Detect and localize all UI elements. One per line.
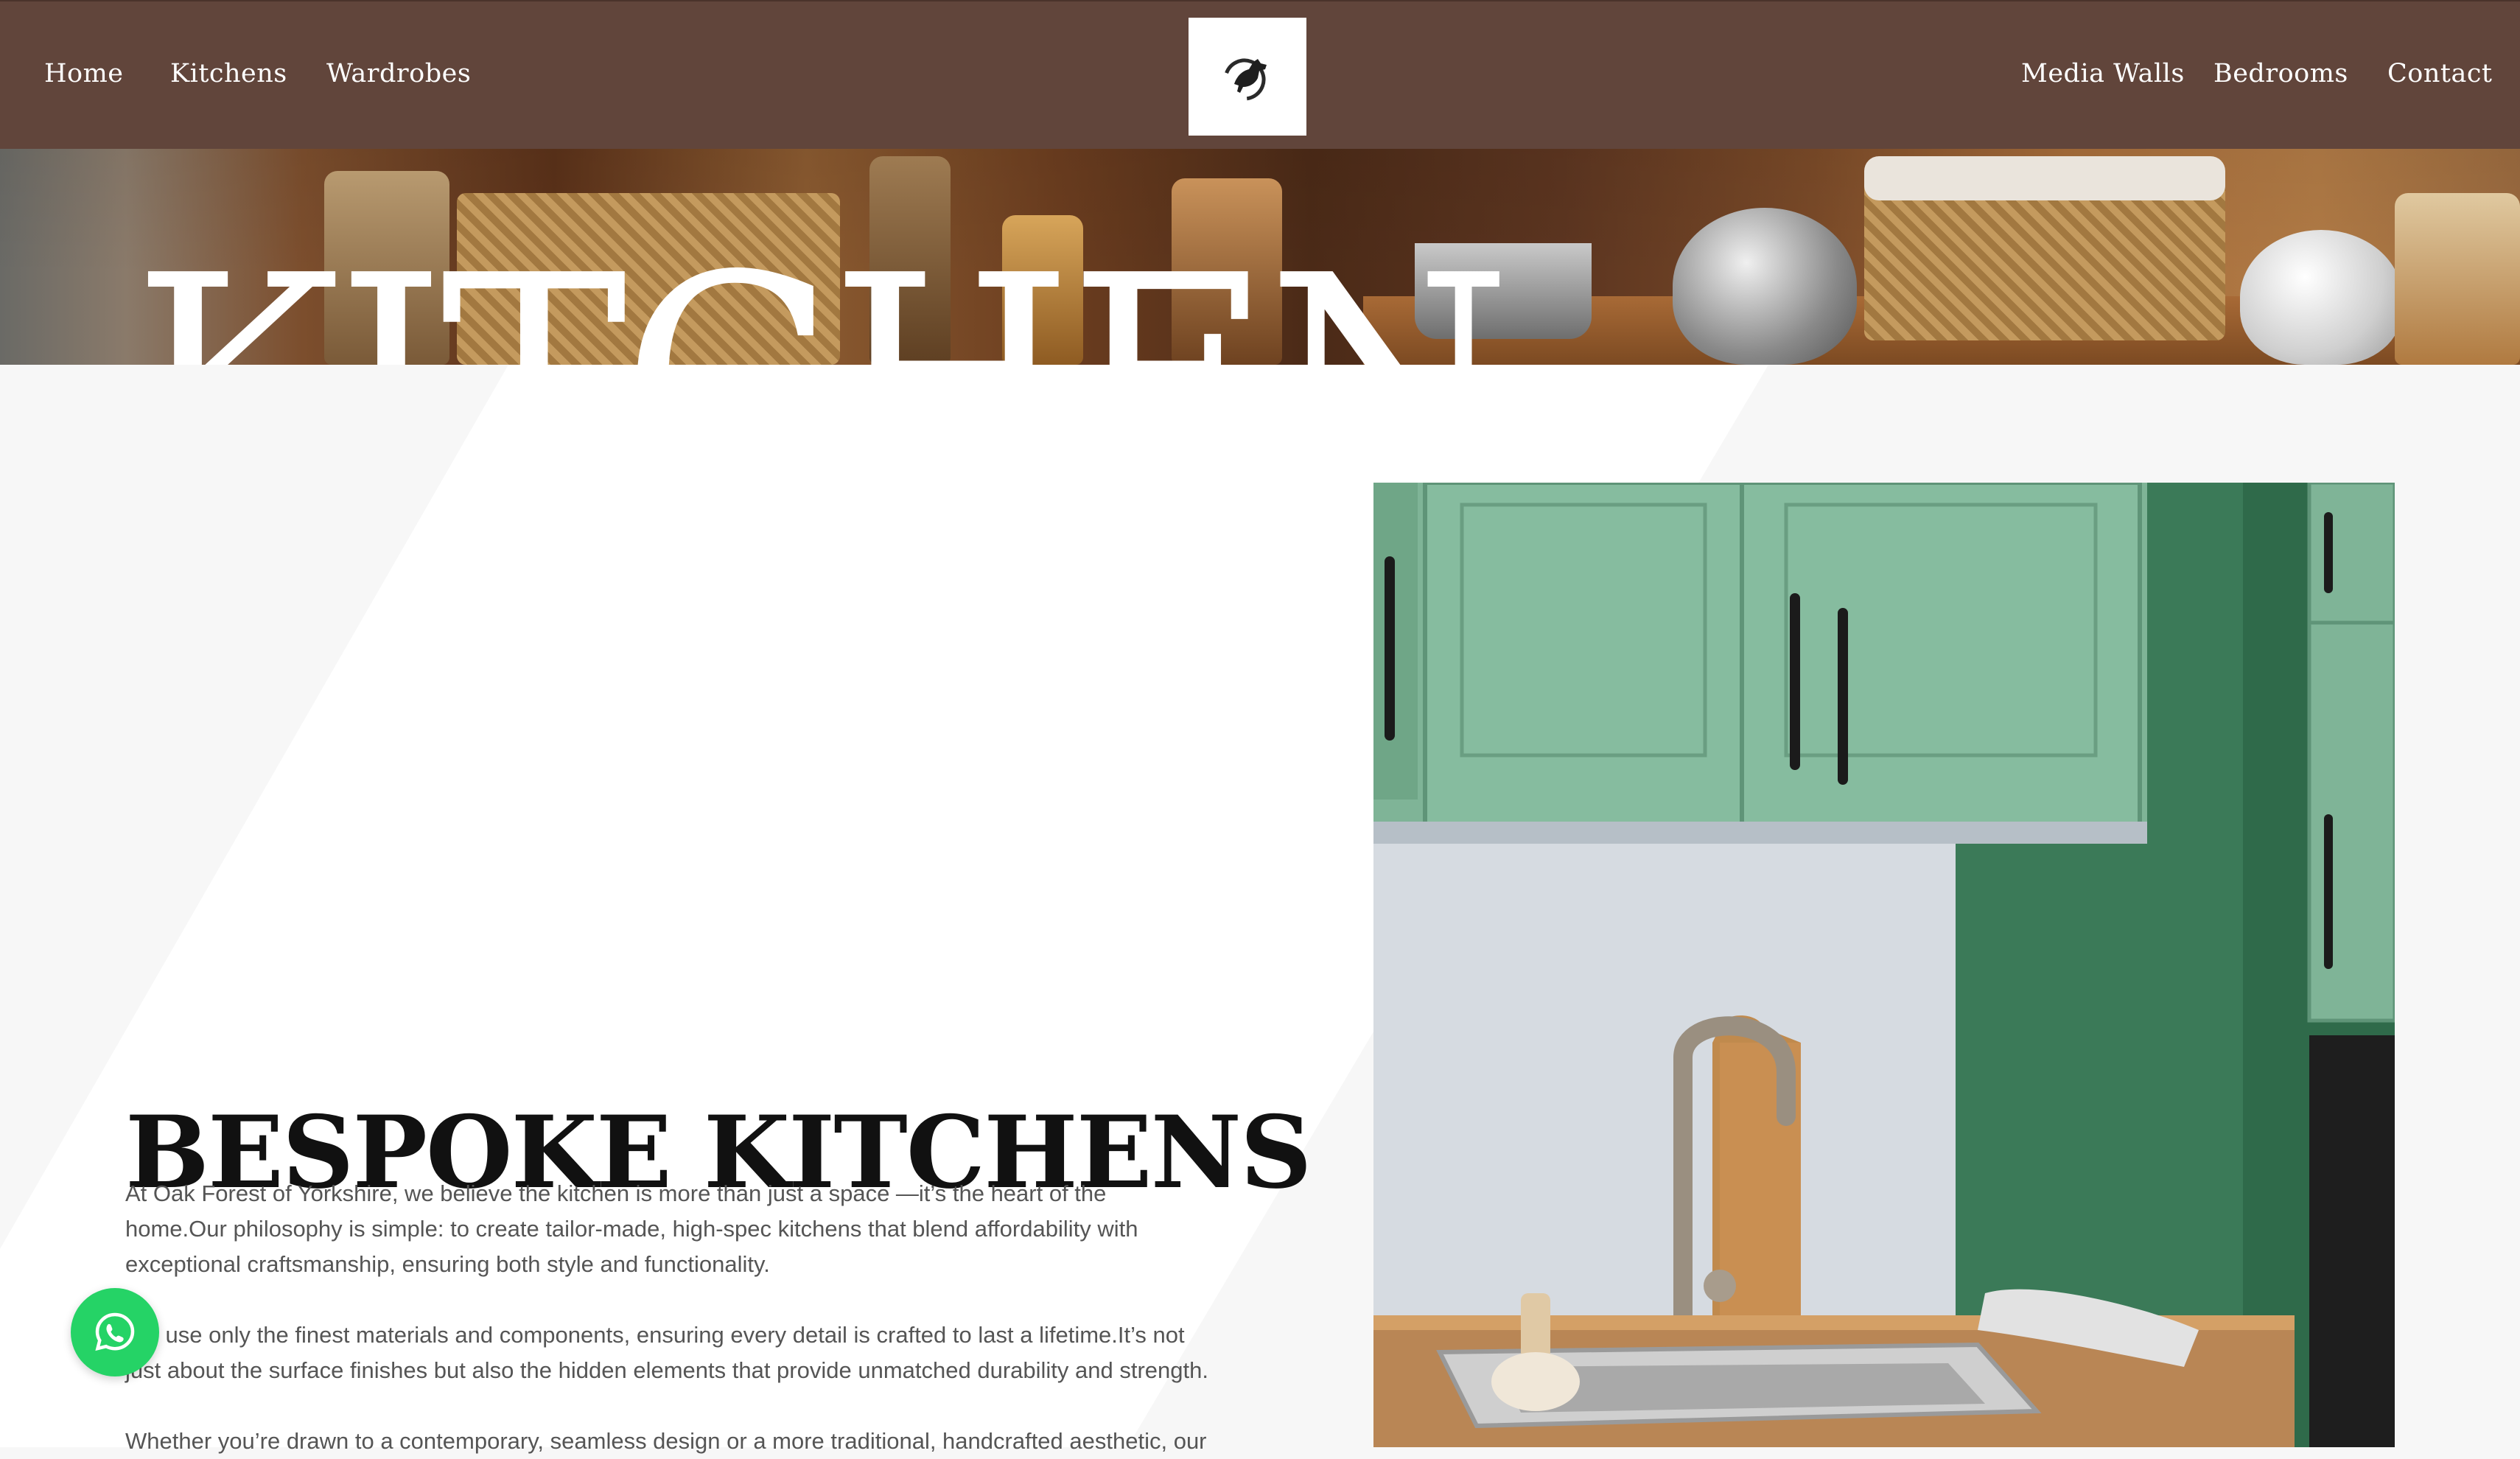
- materials-paragraph: We use only the finest materials and com…: [125, 1322, 1208, 1383]
- design-paragraph: Whether you’re drawn to a contemporary, …: [125, 1428, 1207, 1454]
- top-navbar: Home Kitchens Wardrobes Media Walls Bedr…: [0, 0, 2520, 149]
- nav-link-kitchens[interactable]: Kitchens: [170, 59, 287, 88]
- nav-link-home[interactable]: Home: [44, 59, 124, 88]
- horse-logo-icon: [1223, 58, 1267, 101]
- hero-banner: KITCHEN: [0, 149, 2520, 365]
- whatsapp-icon: [95, 1312, 135, 1351]
- nav-link-contact[interactable]: Contact: [2387, 59, 2493, 88]
- site-logo[interactable]: [1189, 18, 1306, 136]
- nav-link-media-walls[interactable]: Media Walls: [2021, 59, 2185, 88]
- hero-title: KITCHEN: [133, 237, 1511, 365]
- whatsapp-chat-button[interactable]: [71, 1288, 159, 1376]
- nav-link-wardrobes[interactable]: Wardrobes: [326, 59, 471, 88]
- nav-link-bedrooms[interactable]: Bedrooms: [2213, 59, 2348, 88]
- intro-paragraph: At Oak Forest of Yorkshire, we believe t…: [125, 1180, 1138, 1277]
- kitchen-photo: [1373, 483, 2395, 1447]
